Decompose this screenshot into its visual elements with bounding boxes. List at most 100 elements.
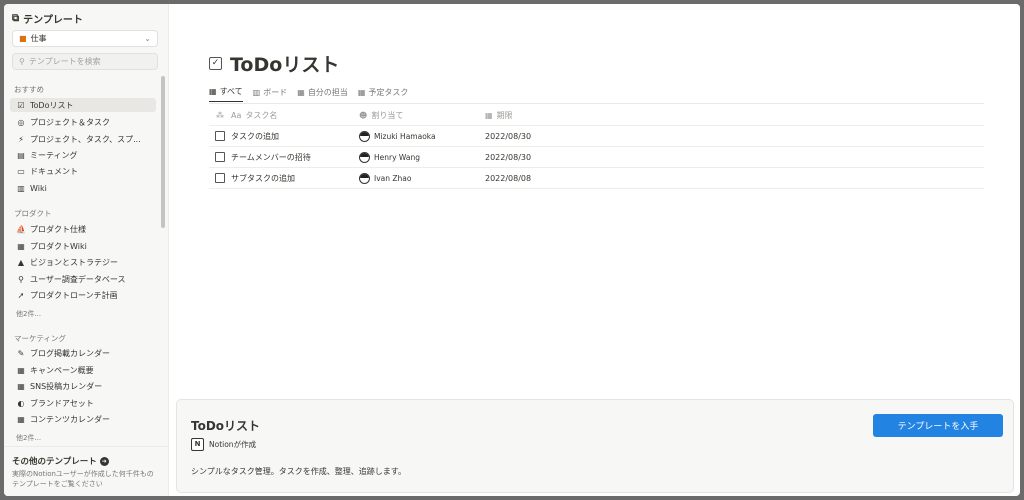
tab-scheduled[interactable]: ▦ 予定タスク bbox=[358, 86, 409, 102]
task-name-cell: サブタスクの追加 bbox=[231, 173, 295, 183]
sidebar-item-user-research[interactable]: ⚲ ユーザー調査データベース bbox=[10, 272, 156, 286]
other-templates-box[interactable]: その他のテンプレート ➜ 実際のNotionユーザーが作成した何千件ものテンプレ… bbox=[4, 446, 168, 496]
book-icon: ▥ bbox=[17, 183, 25, 193]
template-preview: ✓ ToDoリスト ▦ すべて ▥ ボード ▦ 自分の担当 ▦ 予定タスク ⁂ … bbox=[169, 4, 1020, 396]
more-marketing-link[interactable]: 他2件... bbox=[16, 433, 41, 443]
assignee-cell: Ivan Zhao bbox=[359, 172, 485, 184]
sidebar-item-meeting[interactable]: ▤ ミーティング bbox=[10, 148, 156, 162]
table-row[interactable]: サブタスクの追加 Ivan Zhao 2022/08/08 bbox=[209, 168, 984, 189]
sidebar-item-label: プロジェクト、タスク、スプ... bbox=[30, 134, 141, 144]
sidebar-item-campaign[interactable]: ▦ キャンペーン概要 bbox=[10, 363, 156, 377]
sidebar-item-label: プロダクトローンチ計画 bbox=[30, 290, 118, 300]
calendar-icon: ▦ bbox=[17, 381, 25, 391]
avatar bbox=[359, 151, 370, 163]
column-header-task[interactable]: Aa タスク名 bbox=[231, 110, 359, 121]
sidebar-item-document[interactable]: ▭ ドキュメント bbox=[10, 164, 156, 178]
assignee-name: Henry Wang bbox=[374, 152, 420, 162]
tab-divider bbox=[209, 103, 984, 104]
sidebar-title: テンプレート bbox=[23, 15, 83, 26]
get-template-button[interactable]: テンプレートを入手 bbox=[873, 414, 1003, 437]
tab-label: すべて bbox=[219, 87, 243, 96]
sidebar-item-project-task-sprint[interactable]: ⚡ プロジェクト、タスク、スプ... bbox=[10, 132, 156, 146]
assignee-cell: Henry Wang bbox=[359, 151, 485, 163]
assignee-cell: Mizuki Hamaoka bbox=[359, 130, 485, 142]
sidebar-item-content-calendar[interactable]: ▦ コンテンツカレンダー bbox=[10, 412, 156, 426]
row-checkbox-cell bbox=[209, 173, 231, 183]
sidebar-item-label: プロダクトWiki bbox=[30, 241, 87, 251]
category-select[interactable]: ■ 仕事 ⌄ bbox=[12, 30, 158, 47]
other-templates-title[interactable]: その他のテンプレート ➜ bbox=[12, 455, 109, 467]
preview-title: ✓ ToDoリスト bbox=[209, 50, 339, 77]
due-date-cell: 2022/08/30 bbox=[485, 152, 532, 162]
preview-title-text: ToDoリスト bbox=[230, 54, 340, 76]
sidebar-item-label: ブログ掲載カレンダー bbox=[30, 348, 110, 358]
sidebar-item-vision-strategy[interactable]: ▲ ビジョンとストラテジー bbox=[10, 255, 156, 269]
table-icon: ▦ bbox=[357, 87, 366, 97]
calendar-icon: ▤ bbox=[17, 150, 25, 160]
task-checkbox[interactable] bbox=[215, 131, 225, 141]
sidebar-item-launch-plan[interactable]: ➚ プロダクトローンチ計画 bbox=[10, 288, 156, 302]
sidebar-item-sns-calendar[interactable]: ▦ SNS投稿カレンダー bbox=[10, 379, 156, 393]
notion-logo-icon: N bbox=[191, 438, 204, 451]
view-tabs: ▦ すべて ▥ ボード ▦ 自分の担当 ▦ 予定タスク bbox=[209, 86, 408, 102]
status-column-header: ⁂ bbox=[209, 111, 231, 120]
board-icon: ▥ bbox=[252, 87, 261, 97]
telescope-icon: ⚲ bbox=[18, 274, 24, 284]
tab-all[interactable]: ▦ すべて bbox=[209, 86, 243, 102]
task-name-cell: チームメンバーの招待 bbox=[231, 152, 311, 162]
arrow-right-icon: ➜ bbox=[99, 456, 109, 466]
avatar bbox=[359, 172, 370, 184]
sidebar-item-label: プロジェクト＆タスク bbox=[30, 117, 110, 127]
sailboat-icon: ⛵ bbox=[16, 224, 26, 234]
checkbox-icon: ☑ bbox=[17, 100, 25, 110]
template-search-input[interactable]: ⚲ テンプレートを検索 bbox=[12, 53, 158, 70]
section-label-marketing: マーケティング bbox=[14, 334, 66, 343]
sidebar-item-label: SNS投稿カレンダー bbox=[30, 381, 103, 391]
due-date-cell: 2022/08/08 bbox=[485, 173, 532, 183]
template-sidebar: ⧉ テンプレート ■ 仕事 ⌄ ⚲ テンプレートを検索 おすすめ ☑ ToDoリ… bbox=[4, 4, 169, 496]
column-header-label: 期限 bbox=[496, 110, 513, 120]
table-row[interactable]: タスクの追加 Mizuki Hamaoka 2022/08/30 bbox=[209, 126, 984, 147]
runner-icon: ⚡ bbox=[18, 134, 24, 144]
sidebar-item-product-spec[interactable]: ⛵ プロダクト仕様 bbox=[10, 222, 156, 236]
sidebar-item-brand-assets[interactable]: ◐ ブランドアセット bbox=[10, 396, 156, 410]
sidebar-item-wiki[interactable]: ▥ Wiki bbox=[10, 181, 156, 195]
section-label-product: プロダクト bbox=[14, 209, 52, 218]
sidebar-item-label: ビジョンとストラテジー bbox=[30, 257, 118, 267]
other-templates-description: 実際のNotionユーザーが作成した何千件ものテンプレートをご覧ください bbox=[12, 470, 154, 488]
loading-icon: ⁂ bbox=[216, 110, 224, 120]
due-date-cell: 2022/08/30 bbox=[485, 131, 532, 141]
calendar-icon: ▦ bbox=[17, 414, 25, 424]
sidebar-header: ⧉ テンプレート bbox=[12, 11, 83, 26]
column-header-due[interactable]: ▦ 期限 bbox=[485, 110, 605, 121]
sidebar-item-todo[interactable]: ☑ ToDoリスト bbox=[10, 98, 156, 112]
sidebar-scrollbar[interactable] bbox=[161, 76, 165, 228]
sidebar-item-label: プロダクト仕様 bbox=[30, 224, 86, 234]
template-window: ⧉ テンプレート ■ 仕事 ⌄ ⚲ テンプレートを検索 おすすめ ☑ ToDoリ… bbox=[4, 4, 1020, 496]
tab-label: ボード bbox=[263, 87, 288, 97]
column-header-assignee[interactable]: ☻ 割り当て bbox=[359, 110, 485, 121]
template-detail-panel: ToDoリスト N Notionが作成 シンプルなタスク管理。タスクを作成、整理… bbox=[176, 399, 1014, 493]
sidebar-item-blog-calendar[interactable]: ✎ ブログ掲載カレンダー bbox=[10, 346, 156, 360]
detail-description: シンプルなタスク管理。タスクを作成、整理、追跡します。 bbox=[191, 467, 406, 476]
briefcase-icon: ■ bbox=[19, 34, 27, 43]
avatar bbox=[359, 130, 370, 142]
more-product-link[interactable]: 他2件... bbox=[16, 309, 41, 319]
detail-title: ToDoリスト bbox=[191, 419, 261, 433]
table-row[interactable]: チームメンバーの招待 Henry Wang 2022/08/30 bbox=[209, 147, 984, 168]
task-name-cell: タスクの追加 bbox=[231, 131, 279, 141]
tab-my-tasks[interactable]: ▦ 自分の担当 bbox=[297, 86, 348, 102]
sidebar-item-label: ToDoリスト bbox=[30, 100, 74, 110]
sidebar-item-product-wiki[interactable]: ▦ プロダクトWiki bbox=[10, 239, 156, 253]
section-label-recommended: おすすめ bbox=[14, 85, 44, 94]
task-checkbox[interactable] bbox=[215, 152, 225, 162]
row-checkbox-cell bbox=[209, 131, 231, 141]
table-icon: ▦ bbox=[297, 87, 305, 97]
sidebar-item-project-task[interactable]: ◎ プロジェクト＆タスク bbox=[10, 115, 156, 129]
tab-board[interactable]: ▥ ボード bbox=[253, 86, 288, 102]
people-icon: ☻ bbox=[359, 110, 368, 120]
task-checkbox[interactable] bbox=[215, 173, 225, 183]
column-header-label: タスク名 bbox=[245, 110, 278, 120]
calendar-icon: ▦ bbox=[485, 110, 493, 120]
target-icon: ◎ bbox=[17, 117, 25, 127]
